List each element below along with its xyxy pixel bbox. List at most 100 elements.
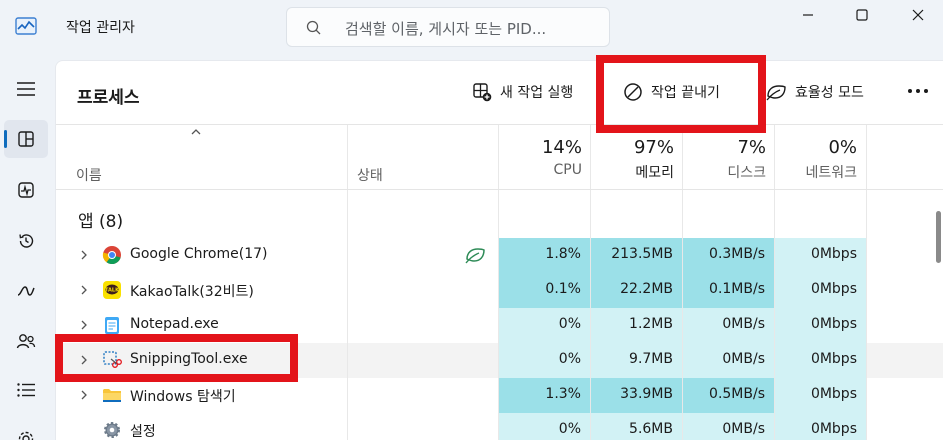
cpu-cell: 0.1% xyxy=(498,273,590,308)
memory-cell: 5.6MB xyxy=(590,413,682,440)
disk-cell: 0.1MB/s xyxy=(682,273,774,308)
network-total-percent: 0% xyxy=(828,137,857,158)
page-title: 프로세스 xyxy=(77,88,140,108)
nav-performance[interactable] xyxy=(4,171,48,209)
memory-cell: 22.2MB xyxy=(590,273,682,308)
process-row[interactable]: Windows 탐색기 1.3% 33.9MB 0.5MB/s 0Mbps xyxy=(56,378,943,413)
cpu-total-percent: 14% xyxy=(541,137,582,158)
nav-menu-toggle[interactable] xyxy=(4,70,48,108)
nav-users[interactable] xyxy=(4,322,48,360)
column-divider xyxy=(866,125,867,440)
expand-chevron-icon[interactable] xyxy=(79,389,89,401)
startup-apps-icon xyxy=(17,286,35,296)
nav-startup-apps[interactable] xyxy=(4,272,48,310)
column-header-network[interactable]: 0% 네트워크 xyxy=(774,137,857,182)
nav-services[interactable] xyxy=(4,420,48,440)
network-cell: 0Mbps xyxy=(774,273,866,308)
annotation-box-end-task xyxy=(596,55,766,133)
nav-app-history[interactable] xyxy=(4,222,48,260)
cpu-cell: 0% xyxy=(498,413,590,440)
column-header-disk[interactable]: 7% 디스크 xyxy=(682,137,766,182)
process-name: Windows 탐색기 xyxy=(130,389,236,405)
expand-chevron-icon[interactable] xyxy=(79,249,89,261)
cpu-cell: 0% xyxy=(498,343,590,378)
efficiency-leaf-icon xyxy=(465,248,485,264)
new-task-button[interactable]: 새 작업 실행 xyxy=(472,79,573,105)
more-dot-icon xyxy=(924,89,928,93)
processes-panel: 프로세스 새 작업 실행 작업 끝내기 효율성 모드 Google Chrome… xyxy=(55,60,943,440)
nav-processes[interactable] xyxy=(4,120,48,158)
minimize-icon xyxy=(803,14,813,16)
expand-chevron-icon[interactable] xyxy=(79,284,89,296)
process-name: Google Chrome(17) xyxy=(130,246,268,262)
memory-cell: 1.2MB xyxy=(590,308,682,343)
column-divider xyxy=(347,125,348,440)
new-task-icon xyxy=(473,83,492,102)
efficiency-leaf-icon xyxy=(766,85,786,101)
chrome-icon xyxy=(102,245,122,265)
toolbar-divider xyxy=(56,124,943,125)
disk-cell: 0MB/s xyxy=(682,343,774,378)
app-title: 작업 관리자 xyxy=(66,20,135,36)
notepad-icon xyxy=(102,315,122,335)
hamburger-menu-icon xyxy=(17,82,35,96)
annotation-box-snipping-tool xyxy=(55,334,298,382)
services-icon xyxy=(18,431,34,440)
process-row[interactable]: 설정 0% 5.6MB 0MB/s 0Mbps xyxy=(56,413,943,440)
more-dot-icon xyxy=(916,89,920,93)
disk-cell: 0.5MB/s xyxy=(682,378,774,413)
column-header-memory[interactable]: 97% 메모리 xyxy=(590,137,674,182)
process-row[interactable]: TALK KakaoTalk(32비트) 0.1% 22.2MB 0.1MB/s 0Mbp… xyxy=(56,273,943,308)
search-icon xyxy=(306,20,321,35)
details-icon xyxy=(17,383,35,397)
network-cell: 0Mbps xyxy=(774,308,866,343)
disk-cell: 0MB/s xyxy=(682,413,774,440)
network-cell: 0Mbps xyxy=(774,238,866,273)
network-cell: 0Mbps xyxy=(774,343,866,378)
network-cell: 0Mbps xyxy=(774,413,866,440)
cpu-column-label: CPU xyxy=(553,162,582,178)
processes-icon xyxy=(18,131,34,147)
column-header-cpu[interactable]: 14% CPU xyxy=(498,137,582,178)
minimize-button[interactable] xyxy=(788,4,828,26)
column-header-status[interactable]: 상태 xyxy=(357,165,383,185)
disk-cell: 0MB/s xyxy=(682,308,774,343)
kakaotalk-icon: TALK xyxy=(102,280,122,300)
memory-cell: 33.9MB xyxy=(590,378,682,413)
side-navigation xyxy=(0,54,52,440)
network-cell: 0Mbps xyxy=(774,378,866,413)
cpu-cell: 0% xyxy=(498,308,590,343)
users-icon xyxy=(16,334,36,349)
performance-icon xyxy=(18,182,34,198)
expand-chevron-icon[interactable] xyxy=(79,319,89,331)
disk-cell: 0.3MB/s xyxy=(682,238,774,273)
header-divider xyxy=(56,189,943,190)
task-manager-icon xyxy=(15,17,37,35)
vertical-scrollbar[interactable] xyxy=(936,211,941,263)
maximize-icon xyxy=(856,9,868,21)
cpu-cell: 1.8% xyxy=(498,238,590,273)
close-button[interactable] xyxy=(898,4,938,26)
cpu-cell: 1.3% xyxy=(498,378,590,413)
search-box[interactable]: 검색할 이름, 게시자 또는 PID... xyxy=(286,7,610,47)
new-task-label: 새 작업 실행 xyxy=(500,85,574,101)
apps-group-title: 앱 (8) xyxy=(78,212,124,232)
disk-total-percent: 7% xyxy=(737,137,766,158)
process-row[interactable]: Google Chrome(17) 1.8% 213.5MB 0.3MB/s 0Mbps xyxy=(56,238,943,273)
more-options-button[interactable] xyxy=(908,89,928,93)
nav-details[interactable] xyxy=(4,371,48,409)
memory-cell: 213.5MB xyxy=(590,238,682,273)
title-bar: 작업 관리자 검색할 이름, 게시자 또는 PID... xyxy=(0,0,943,54)
search-placeholder: 검색할 이름, 게시자 또는 PID... xyxy=(345,20,547,38)
sort-ascending-icon[interactable] xyxy=(190,127,202,137)
maximize-button[interactable] xyxy=(842,4,882,26)
svg-text:TALK: TALK xyxy=(105,288,120,294)
file-explorer-icon xyxy=(102,385,122,405)
memory-cell: 9.7MB xyxy=(590,343,682,378)
efficiency-mode-button[interactable]: 효율성 모드 xyxy=(765,79,864,105)
memory-total-percent: 97% xyxy=(633,137,674,158)
more-dot-icon xyxy=(908,89,912,93)
column-header-name[interactable]: 이름 xyxy=(76,165,102,185)
network-column-label: 네트워크 xyxy=(805,165,857,181)
app-history-icon xyxy=(19,234,34,248)
